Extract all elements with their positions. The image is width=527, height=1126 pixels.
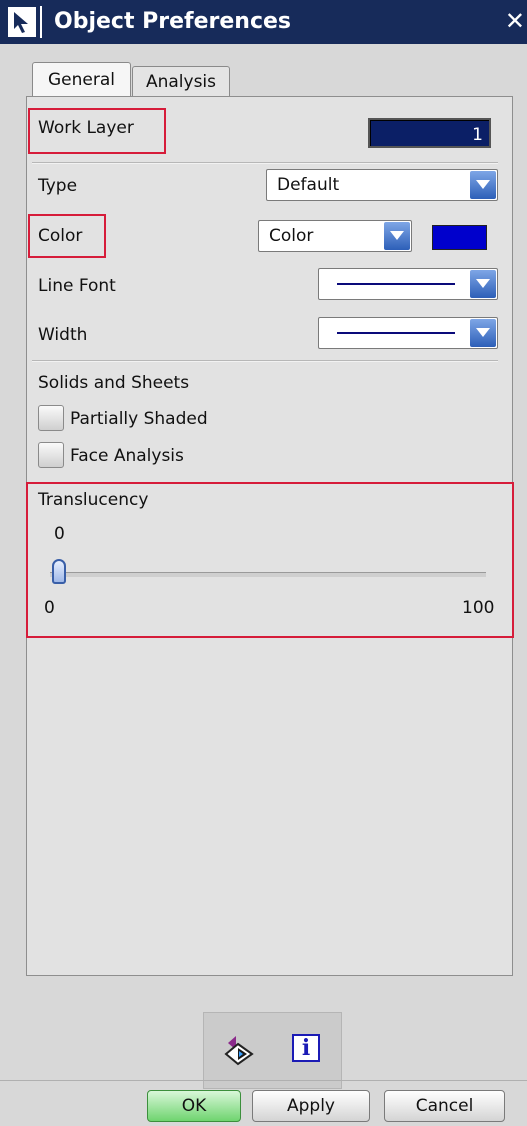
translucency-value: 0 bbox=[54, 524, 65, 544]
line-font-dropdown[interactable] bbox=[318, 268, 498, 300]
apply-button[interactable]: Apply bbox=[252, 1090, 370, 1122]
type-label: Type bbox=[38, 176, 78, 196]
face-analysis-label: Face Analysis bbox=[70, 446, 184, 466]
chevron-down-icon[interactable] bbox=[384, 222, 410, 250]
line-font-label: Line Font bbox=[38, 276, 116, 296]
color-swatch[interactable] bbox=[432, 225, 487, 250]
line-sample bbox=[337, 283, 455, 285]
solids-sheets-header: Solids and Sheets bbox=[38, 373, 190, 393]
title-separator bbox=[40, 6, 42, 38]
title-bar: Object Preferences ✕ bbox=[0, 0, 527, 44]
work-layer-label: Work Layer bbox=[38, 118, 134, 138]
inherit-settings-icon[interactable] bbox=[222, 1034, 256, 1068]
work-layer-input[interactable]: 1 bbox=[368, 118, 491, 148]
type-selected-value: Default bbox=[277, 175, 340, 195]
width-label: Width bbox=[38, 325, 88, 345]
width-dropdown[interactable] bbox=[318, 317, 498, 349]
translucency-slider-thumb[interactable] bbox=[52, 559, 66, 584]
bottom-divider bbox=[0, 1080, 527, 1081]
color-label: Color bbox=[38, 226, 83, 246]
cancel-button[interactable]: Cancel bbox=[384, 1090, 505, 1122]
translucency-label: Translucency bbox=[38, 490, 149, 510]
chevron-down-icon[interactable] bbox=[470, 270, 496, 298]
line-sample bbox=[337, 332, 455, 334]
slider-max-label: 100 bbox=[462, 598, 495, 618]
selection-arrow-icon[interactable] bbox=[8, 7, 36, 37]
close-icon[interactable]: ✕ bbox=[505, 6, 525, 36]
ok-button[interactable]: OK bbox=[147, 1090, 241, 1122]
color-dropdown[interactable]: Color bbox=[258, 220, 412, 252]
info-icon[interactable]: i bbox=[292, 1034, 320, 1062]
section-divider bbox=[32, 360, 498, 362]
partially-shaded-label: Partially Shaded bbox=[70, 409, 208, 429]
chevron-down-icon[interactable] bbox=[470, 319, 496, 347]
partially-shaded-checkbox[interactable] bbox=[38, 405, 64, 431]
translucency-slider-track[interactable] bbox=[50, 572, 486, 577]
window-title: Object Preferences bbox=[54, 9, 292, 34]
type-dropdown[interactable]: Default bbox=[266, 169, 498, 201]
tab-analysis[interactable]: Analysis bbox=[132, 66, 230, 97]
section-divider bbox=[32, 162, 498, 164]
tab-general[interactable]: General bbox=[32, 62, 131, 97]
color-selected-value: Color bbox=[269, 226, 314, 246]
face-analysis-checkbox[interactable] bbox=[38, 442, 64, 468]
chevron-down-icon[interactable] bbox=[470, 171, 496, 199]
slider-min-label: 0 bbox=[44, 598, 55, 618]
